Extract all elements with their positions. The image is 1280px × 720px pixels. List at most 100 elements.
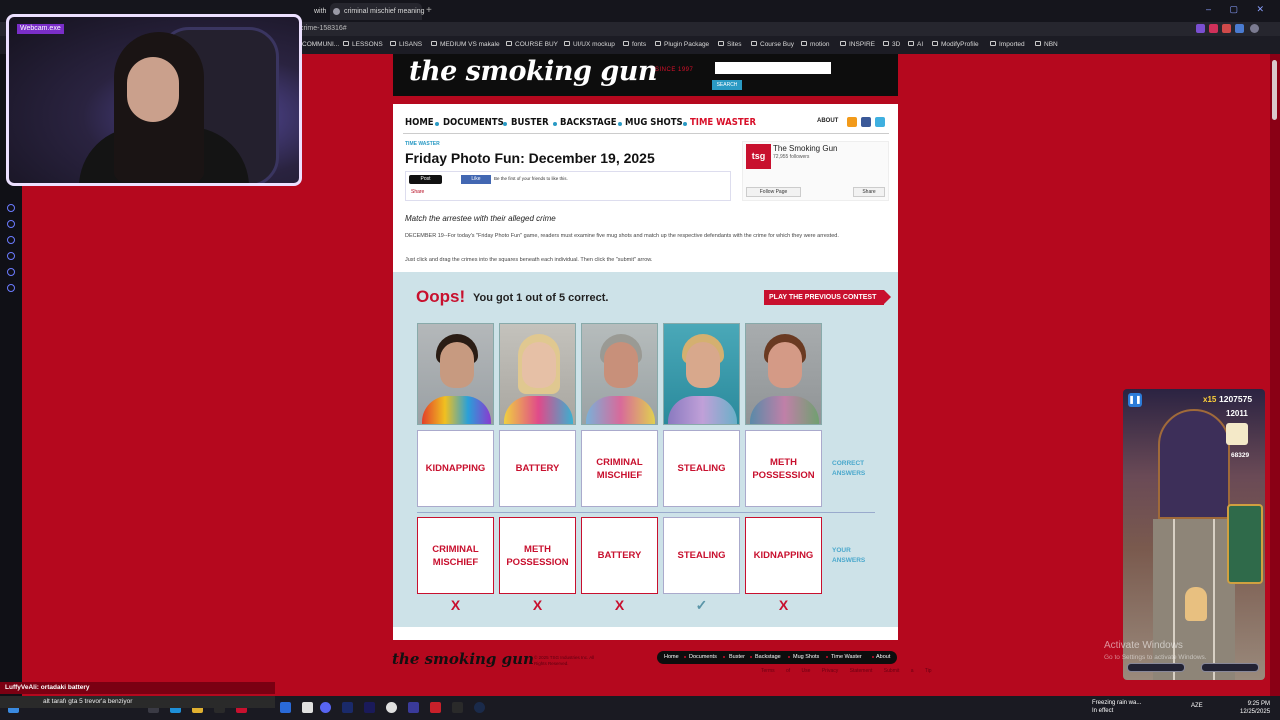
game-character [1185,587,1207,621]
bookmark-item[interactable]: COURSE BUY [506,40,558,50]
footer-nav-item[interactable]: Home [664,653,679,662]
app-icon[interactable] [452,702,463,713]
url-text[interactable]: crime-158316# [300,23,347,35]
page-scrollbar[interactable] [1270,54,1280,696]
bookmark-item[interactable]: LISANS [390,40,422,50]
app-icon[interactable] [430,702,441,713]
bookmark-item[interactable]: Sites [718,40,741,50]
nav-separator-dot [618,122,622,126]
play-previous-button[interactable]: PLAY THE PREVIOUS CONTEST [764,290,892,305]
bookmark-item[interactable]: COMMUNI... [302,40,339,50]
browser-tab[interactable]: with [300,3,328,20]
nav-mug-shots[interactable]: MUG SHOTS [625,116,683,130]
main-nav: HOME DOCUMENTS BUSTER BACKSTAGE MUG SHOT… [403,114,889,134]
extension-icon[interactable] [1235,24,1244,33]
bookmark-item[interactable]: AI [908,40,923,50]
correct-answers-label: CORRECT ANSWERS [832,460,866,477]
folder-icon [1035,41,1041,46]
sidebar-icon[interactable] [7,252,15,260]
sidebar-icon[interactable] [7,268,15,276]
bookmark-item[interactable]: INSPIRE [840,40,875,50]
notepad-icon[interactable] [302,702,313,713]
extension-icon[interactable] [1209,24,1218,33]
follow-page-button[interactable]: Follow Page [746,187,801,197]
twitter-icon[interactable] [875,117,885,127]
search-input[interactable] [715,62,831,74]
nav-about[interactable]: ABOUT [817,118,838,124]
profile-icon[interactable] [1250,24,1259,33]
bookmark-item[interactable]: UI/UX mockup [564,40,615,50]
steam-icon[interactable] [474,702,485,713]
scrollbar-thumb[interactable] [1272,60,1277,120]
tsg-logo[interactable]: tsg [746,144,771,169]
footer-separator-dot [826,656,828,658]
sidebar-icon[interactable] [7,236,15,244]
footer-copyright: © 2025 TSG Industries Inc. All Rights Re… [534,655,595,666]
bookmark-item[interactable]: LESSONS [343,40,383,50]
bookmark-item[interactable]: ModifyProfile [932,40,979,50]
bookmark-item[interactable]: Course Buy [751,40,794,50]
your-answer-box[interactable]: METH POSSESSION [499,517,576,594]
your-answer-box[interactable]: KIDNAPPING [745,517,822,594]
language-indicator[interactable]: AZE [1191,703,1203,709]
site-header: the smoking gun SINCE 1997 SEARCH [393,54,898,96]
footer-links[interactable]: Terms of Use Privacy Statement Submit a … [761,668,932,674]
app-icon[interactable] [280,702,291,713]
footer-nav-item[interactable]: Backstage [755,653,781,662]
powerup-bar [1201,663,1259,672]
bookmark-item[interactable]: 3D [883,40,900,50]
x-post-button[interactable]: Post [409,175,442,184]
weather-widget[interactable]: Freezing rain wa... In effect [1092,699,1141,715]
bookmark-item[interactable]: Imported [990,40,1025,50]
footer-nav-item[interactable]: Mug Shots [793,653,819,662]
footer-separator-dot [788,656,790,658]
system-clock[interactable]: 9:25 PM 12/25/2025 [1240,700,1270,716]
extension-icon[interactable] [1196,24,1205,33]
extension-icon[interactable] [1222,24,1231,33]
footer-nav-item[interactable]: Time Waster [831,653,862,662]
nav-home[interactable]: HOME [405,116,434,130]
nav-time-waster[interactable]: TIME WASTER [690,116,756,130]
bookmark-item[interactable]: MEDIUM VS makale [431,40,500,50]
bookmark-item[interactable]: motion [801,40,830,50]
premiere-icon[interactable] [364,702,375,713]
your-answer-box[interactable]: BATTERY [581,517,658,594]
footer-nav-item[interactable]: Documents [689,653,717,662]
nav-buster[interactable]: BUSTER [511,116,549,130]
runner-game-overlay: ❚❚ x15 1207575 12011 68329 [1123,389,1265,680]
your-answer-box[interactable]: CRIMINAL MISCHIEF [417,517,494,594]
fb-page-name[interactable]: The Smoking Gun [773,144,837,153]
search-button[interactable]: SEARCH [712,80,742,90]
discord-icon[interactable] [320,702,331,713]
app-icon[interactable] [408,702,419,713]
footer-logo[interactable]: the smoking gun [392,650,534,668]
facebook-icon[interactable] [861,117,871,127]
bookmark-item[interactable]: NBN [1035,40,1058,50]
site-logo[interactable]: the smoking gun [409,56,657,87]
new-tab-button[interactable]: + [426,4,432,18]
facebook-like-button[interactable]: Like [461,175,491,184]
nav-documents[interactable]: DOCUMENTS [443,116,504,130]
section-kicker[interactable]: TIME WASTER [405,141,440,147]
nav-backstage[interactable]: BACKSTAGE [560,116,617,130]
rss-icon[interactable] [847,117,857,127]
mug-shot [499,323,576,425]
after-effects-icon[interactable] [342,702,353,713]
footer-nav-item[interactable]: About [876,653,890,662]
footer-nav-item[interactable]: Buster [729,653,745,662]
share-link[interactable]: Share [411,189,424,195]
powerup-bar [1127,663,1185,672]
opera-icon[interactable] [386,702,397,713]
sidebar-icon[interactable] [7,284,15,292]
sidebar-icon[interactable] [7,220,15,228]
sidebar-icon[interactable] [7,204,15,212]
window-controls[interactable]: – ▢ ✕ [1206,4,1272,15]
bookmark-item[interactable]: Plugin Package [655,40,709,50]
clock-date: 12/25/2025 [1240,709,1271,715]
game-score: 1207575 [1219,394,1253,404]
your-answer-box[interactable]: STEALING [663,517,740,594]
bookmark-item[interactable]: fonts [623,40,646,50]
browser-tab-active[interactable]: criminal mischief meaning [330,3,425,20]
pause-icon[interactable]: ❚❚ [1128,393,1142,407]
fb-share-button[interactable]: Share [853,187,885,197]
